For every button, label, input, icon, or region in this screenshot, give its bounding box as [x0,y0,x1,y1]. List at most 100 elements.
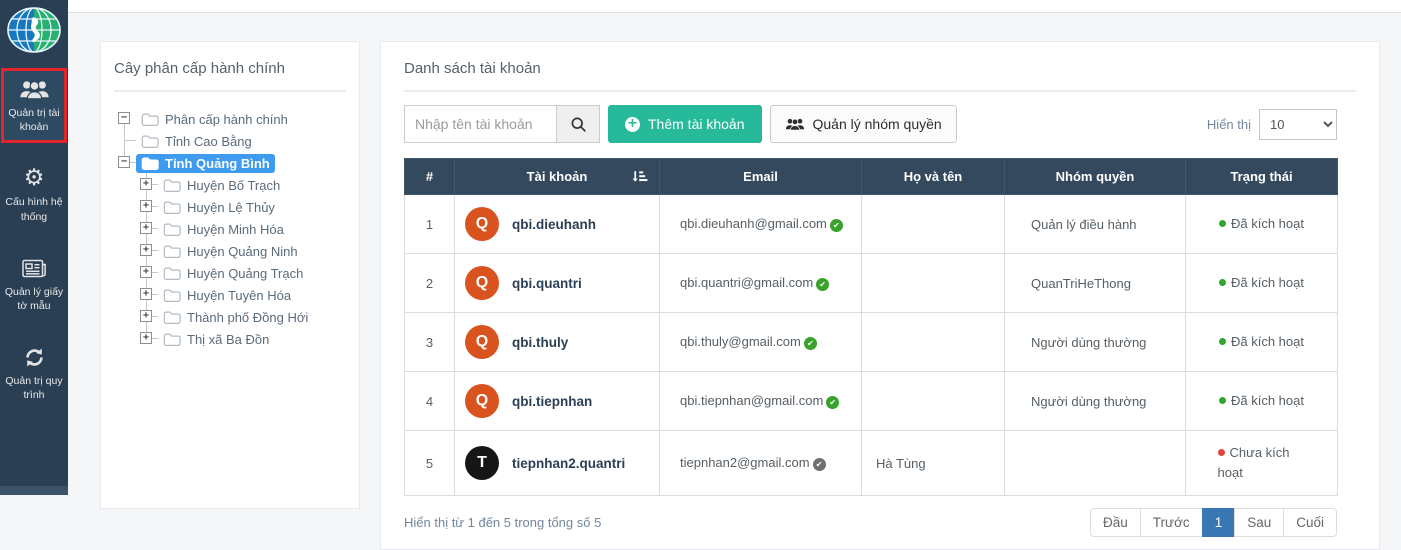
expand-toggle[interactable]: + [140,244,152,256]
index-cell: 1 [404,194,455,254]
admin-tree: − Phân cấp hành chính Tỉnh Cao Bằng − Tỉn… [114,108,346,350]
tree-node[interactable]: + Huyện Quảng Trạch [114,261,346,285]
tree-connector [114,262,136,284]
tree-node-label[interactable]: Huyện Minh Hóa [158,220,289,239]
tree-node[interactable]: + Huyện Minh Hóa [114,217,346,241]
col-account[interactable]: Tài khoản [454,158,660,195]
tree-connector [114,240,136,262]
manage-permission-groups-button[interactable]: Quản lý nhóm quyền [769,105,957,143]
add-account-button[interactable]: + Thêm tài khoản [608,105,762,143]
tree-connector: + [136,217,158,241]
email-verified-icon: ✔ [826,395,840,409]
sidebar-item-process-admin[interactable]: Quản trị quy trình [1,336,67,411]
tree-node-label[interactable]: Thị xã Ba Đồn [158,330,274,349]
sort-icon[interactable] [632,170,648,183]
search-button[interactable] [556,105,600,143]
tree-node-label[interactable]: Phân cấp hành chính [136,110,293,129]
folder-icon [163,244,181,258]
email-cell: qbi.quantri@gmail.com ✔ [659,253,862,313]
account-name[interactable]: qbi.dieuhanh [512,217,596,232]
tree-node-label[interactable]: Huyện Quảng Ninh [158,242,303,261]
tree-node-label[interactable]: Huyện Bố Trạch [158,176,285,195]
account-cell[interactable]: Qqbi.dieuhanh [454,194,660,254]
sidebar-item-label: Cấu hình hệ thống [5,196,63,223]
col-fullname: Họ và tên [861,158,1005,195]
tree-connector [114,306,136,328]
avatar: Q [465,266,499,300]
expand-toggle[interactable]: + [140,222,152,234]
app-logo[interactable] [7,7,61,56]
status-cell: Đã kích hoạt [1185,194,1338,254]
account-name[interactable]: qbi.thuly [512,335,568,350]
tree-node-label[interactable]: Huyện Quảng Trạch [158,264,308,283]
tree-node[interactable]: Tỉnh Cao Bằng [114,129,346,153]
email-verified-icon: ✔ [816,277,830,291]
folder-icon [163,200,181,214]
tree-node[interactable]: − Tỉnh Quảng Bình [114,151,346,174]
account-name[interactable]: qbi.quantri [512,276,582,291]
tree-node-label[interactable]: Huyện Lệ Thủy [158,198,280,217]
collapse-toggle[interactable]: − [118,112,130,124]
tree-node[interactable]: − Phân cấp hành chính [114,108,346,131]
group-cell: Quản lý điều hành [1004,194,1186,254]
sidebar-item-system-config[interactable]: ⚙ Cấu hình hệ thống [1,157,67,232]
index-cell: 3 [404,312,455,372]
tree-node[interactable]: + Huyện Quảng Ninh [114,239,346,263]
tree-node-label[interactable]: Tỉnh Cao Bằng [136,132,257,151]
group-cell: QuanTriHeThong [1004,253,1186,313]
tree-connector [114,284,136,306]
folder-icon [163,310,181,324]
tree-node-selected[interactable]: Tỉnh Quảng Bình [136,153,275,173]
page-size-select[interactable]: 10 [1259,108,1337,140]
status-badge: Đã kích hoạt [1219,214,1304,234]
account-cell[interactable]: Qqbi.quantri [454,253,660,313]
table-header-row: # Tài khoản Email Họ và tên Nhóm quyền T… [404,158,1338,195]
expand-toggle[interactable]: + [140,200,152,212]
fullname-cell: Hà Tùng [861,430,1005,496]
sidebar-item-account-admin[interactable]: Quản trị tài khoản [1,68,67,144]
search-input[interactable] [404,105,556,143]
col-status: Trạng thái [1185,158,1338,195]
pagination-first[interactable]: Đầu [1090,508,1141,537]
tree-node[interactable]: + Huyện Bố Trạch [114,173,346,197]
tree-node[interactable]: + Thành phố Đồng Hới [114,305,346,329]
expand-toggle[interactable]: + [140,310,152,322]
status-cell: Chưa kích hoạt [1185,430,1338,496]
sidebar-item-document-templates[interactable]: Quản lý giấy tờ mẫu [1,247,67,322]
globe-logo-icon [7,7,61,53]
group-cell: Người dùng thường [1004,312,1186,372]
expand-toggle[interactable]: + [140,332,152,344]
email-verified-icon: ✔ [803,336,817,350]
avatar: Q [465,384,499,418]
table-row: 5 Ttiepnhan2.quantri tiepnhan2@gmail.com ✔ H… [404,430,1338,496]
divider [404,90,1356,92]
account-name[interactable]: tiepnhan2.quantri [512,456,625,471]
folder-icon [141,112,159,126]
account-cell[interactable]: Qqbi.thuly [454,312,660,372]
pagination-prev[interactable]: Trước [1139,508,1203,537]
tree-node[interactable]: + Huyện Tuyên Hóa [114,283,346,307]
table-row: 2 Qqbi.quantri qbi.quantri@gmail.com ✔ QuanT… [404,253,1338,313]
tree-node[interactable]: + Huyện Lệ Thủy [114,195,346,219]
pagination-last[interactable]: Cuối [1283,508,1337,537]
tree-connector: + [136,261,158,285]
table-footer: Hiển thị từ 1 đến 5 trong tổng số 5 Đầu … [404,508,1337,537]
account-cell[interactable]: Ttiepnhan2.quantri [454,430,660,496]
expand-toggle[interactable]: + [140,178,152,190]
collapse-toggle[interactable]: − [118,156,130,168]
table-row: 3 Qqbi.thuly qbi.thuly@gmail.com ✔ Người dùn… [404,312,1338,372]
pagination-next[interactable]: Sau [1234,508,1285,537]
account-name[interactable]: qbi.tiepnhan [512,394,592,409]
tree-node-label[interactable]: Huyện Tuyên Hóa [158,286,296,305]
expand-toggle[interactable]: + [140,288,152,300]
expand-toggle[interactable]: + [140,266,152,278]
status-dot [1217,449,1225,456]
tree-node-label[interactable]: Thành phố Đồng Hới [158,308,313,327]
table-row: 4 Qqbi.tiepnhan qbi.tiepnhan@gmail.com ✔ Ngư… [404,371,1338,431]
users-icon [4,76,64,103]
tree-connector: + [136,327,158,350]
account-cell[interactable]: Qqbi.tiepnhan [454,371,660,431]
tree-node[interactable]: + Thị xã Ba Đồn [114,327,346,350]
tree-panel-title: Cây phân cấp hành chính [114,60,285,77]
pagination-page-1[interactable]: 1 [1201,508,1236,537]
